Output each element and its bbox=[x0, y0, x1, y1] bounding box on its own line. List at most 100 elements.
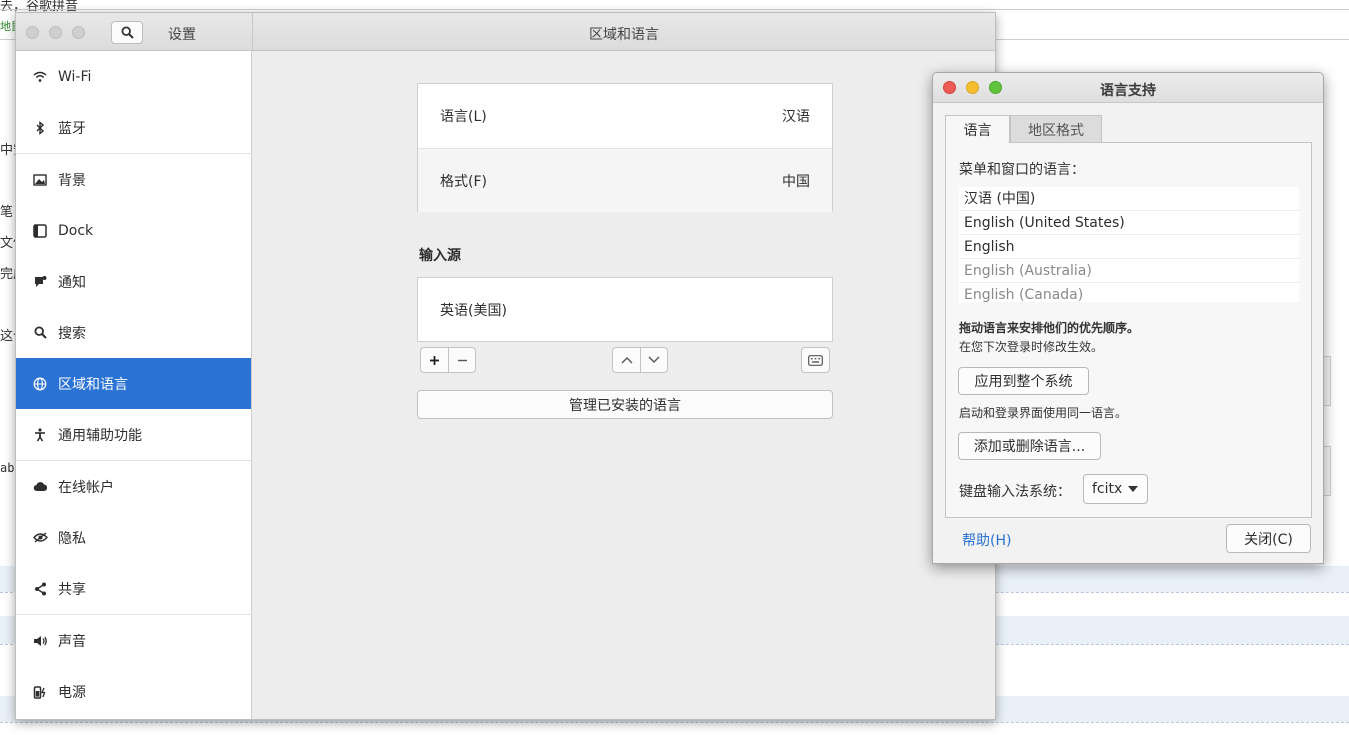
tab-language[interactable]: 语言 bbox=[945, 115, 1010, 143]
language-list[interactable]: 汉语 (中国) English (United States) English Eng… bbox=[959, 187, 1299, 302]
input-method-select[interactable]: fcitx bbox=[1083, 474, 1148, 504]
settings-sidebar: Wi-Fi 蓝牙背景 Dock 通知搜索区域和语言通用辅助功能 在线帐户隐私共享声音电源 bbox=[16, 51, 252, 719]
background-fragment: 笔 bbox=[0, 205, 14, 220]
format-row[interactable]: 格式(F) 中国 bbox=[418, 148, 832, 212]
settings-window: 设置 区域和语言 Wi-Fi 蓝牙 背景 Dock 通知 搜索 区域和语言 通用辅助功能 在线帐… bbox=[15, 12, 996, 720]
speaker-icon bbox=[32, 633, 48, 649]
language-list-item[interactable]: English (United States) bbox=[959, 211, 1299, 235]
window-maximize-button[interactable] bbox=[72, 26, 85, 39]
settings-headerbar: 设置 区域和语言 bbox=[16, 13, 995, 51]
language-list-item[interactable]: English (Australia) bbox=[959, 259, 1299, 283]
help-link[interactable]: 帮助(H) bbox=[962, 530, 1011, 550]
remove-input-source-button[interactable] bbox=[448, 348, 475, 372]
language-list-item[interactable]: English (Canada) bbox=[959, 283, 1299, 302]
notification-icon bbox=[32, 274, 48, 290]
window-close-button[interactable] bbox=[26, 26, 39, 39]
sidebar-item-privacy[interactable]: 隐私 bbox=[16, 512, 251, 563]
format-value: 中国 bbox=[782, 173, 810, 190]
language-support-dialog: 语言支持 语言 地区格式 菜单和窗口的语言： 汉语 (中国) English (U… bbox=[932, 72, 1324, 564]
language-value: 汉语 bbox=[782, 109, 810, 125]
sidebar-item-label: 区域和语言 bbox=[58, 376, 128, 393]
move-up-button[interactable] bbox=[613, 348, 640, 372]
sidebar-item-label: Dock bbox=[58, 222, 94, 239]
format-label: 格式(F) bbox=[440, 173, 487, 190]
sidebar-item-label: 在线帐户 bbox=[58, 479, 114, 496]
image-icon bbox=[32, 172, 48, 188]
bluetooth-icon bbox=[32, 120, 48, 136]
search-icon bbox=[120, 26, 134, 39]
manage-installed-languages-button[interactable]: 管理已安装的语言 bbox=[417, 390, 833, 419]
move-down-button[interactable] bbox=[640, 348, 667, 372]
sidebar-item-cloud[interactable]: 在线帐户 bbox=[16, 461, 251, 512]
settings-search-button[interactable] bbox=[111, 21, 143, 44]
privacy-icon bbox=[32, 530, 48, 546]
accessibility-icon bbox=[32, 427, 48, 443]
add-input-source-button[interactable] bbox=[421, 348, 448, 372]
sidebar-item-label: 隐私 bbox=[58, 530, 86, 547]
input-source-item[interactable]: 英语(美国) bbox=[418, 278, 832, 342]
sidebar-item-notification[interactable]: 通知 bbox=[16, 256, 251, 307]
next-login-hint: 在您下次登录时修改生效。 bbox=[959, 340, 1104, 354]
sidebar-item-search[interactable]: 搜索 bbox=[16, 307, 251, 358]
language-list-item[interactable]: English bbox=[959, 235, 1299, 259]
background-panel bbox=[1323, 446, 1331, 496]
close-dialog-button[interactable]: 关闭(C) bbox=[1226, 524, 1311, 553]
input-sources-card: 英语(美国) bbox=[417, 277, 833, 342]
sidebar-item-label: 通用辅助功能 bbox=[58, 427, 142, 444]
region-language-panel: 语言(L) 汉语 格式(F) 中国 输入源 英语(美国) 管理已安装的语言 bbox=[253, 51, 995, 719]
input-sources-heading: 输入源 bbox=[419, 248, 461, 264]
input-method-value: fcitx bbox=[1092, 481, 1123, 497]
language-label: 语言(L) bbox=[440, 109, 487, 125]
caret-down-icon bbox=[1128, 486, 1139, 492]
sidebar-item-bluetooth[interactable]: 蓝牙 bbox=[16, 102, 251, 153]
window-minimize-button[interactable] bbox=[49, 26, 62, 39]
input-source-label: 英语(美国) bbox=[440, 303, 507, 319]
show-keyboard-layout-button[interactable] bbox=[802, 348, 829, 372]
sidebar-item-accessibility[interactable]: 通用辅助功能 bbox=[16, 409, 251, 460]
add-remove-languages-button[interactable]: 添加或删除语言... bbox=[958, 432, 1101, 460]
apply-hint: 启动和登录界面使用同一语言。 bbox=[959, 406, 1128, 420]
dock-icon bbox=[32, 223, 48, 239]
settings-title: 设置 bbox=[168, 27, 196, 43]
drag-hint: 拖动语言来安排他们的优先顺序。 bbox=[959, 321, 1140, 335]
chevron-up-icon bbox=[621, 357, 632, 364]
sidebar-item-image[interactable]: 背景 bbox=[16, 154, 251, 205]
sidebar-item-label: 背景 bbox=[58, 172, 86, 189]
plus-icon bbox=[430, 355, 439, 365]
search-icon bbox=[32, 325, 48, 341]
keyboard-layout-group bbox=[801, 347, 830, 373]
background-row-border bbox=[0, 722, 1349, 723]
sidebar-item-label: 通知 bbox=[58, 274, 86, 291]
share-icon bbox=[32, 581, 48, 597]
globe-icon bbox=[32, 376, 48, 392]
background-panel bbox=[1323, 356, 1331, 406]
sidebar-item-label: 搜索 bbox=[58, 325, 86, 342]
sidebar-item-wifi[interactable]: Wi-Fi bbox=[16, 51, 251, 102]
add-remove-group bbox=[420, 347, 476, 373]
sidebar-item-power[interactable]: 电源 bbox=[16, 666, 251, 717]
sidebar-item-label: 共享 bbox=[58, 581, 86, 598]
language-row[interactable]: 语言(L) 汉语 bbox=[418, 84, 832, 148]
sidebar-item-label: Wi-Fi bbox=[58, 68, 92, 85]
region-card: 语言(L) 汉语 格式(F) 中国 bbox=[417, 83, 833, 212]
language-list-item[interactable]: 汉语 (中国) bbox=[959, 187, 1299, 211]
apply-system-wide-button[interactable]: 应用到整个系统 bbox=[958, 367, 1089, 395]
chevron-down-icon bbox=[648, 356, 660, 363]
power-icon bbox=[32, 684, 48, 700]
sidebar-item-globe[interactable]: 区域和语言 bbox=[16, 358, 251, 409]
sidebar-item-share[interactable]: 共享 bbox=[16, 563, 251, 614]
keyboard-icon bbox=[808, 354, 823, 366]
minus-icon bbox=[457, 359, 467, 361]
language-tab-panel: 菜单和窗口的语言： 汉语 (中国) English (United States)… bbox=[945, 142, 1312, 518]
panel-title: 区域和语言 bbox=[589, 27, 659, 43]
sidebar-item-speaker[interactable]: 声音 bbox=[16, 615, 251, 666]
dialog-title: 语言支持 bbox=[1100, 83, 1156, 99]
background-divider bbox=[0, 9, 1349, 10]
sidebar-item-dock[interactable]: Dock bbox=[16, 205, 251, 256]
tab-regional-formats[interactable]: 地区格式 bbox=[1010, 115, 1102, 143]
menu-language-label: 菜单和窗口的语言： bbox=[959, 162, 1085, 178]
sidebar-item-label: 蓝牙 bbox=[58, 120, 86, 137]
sidebar-item-label: 声音 bbox=[58, 633, 86, 650]
input-method-label: 键盘输入法系统： bbox=[959, 484, 1071, 500]
cloud-icon bbox=[32, 479, 48, 495]
